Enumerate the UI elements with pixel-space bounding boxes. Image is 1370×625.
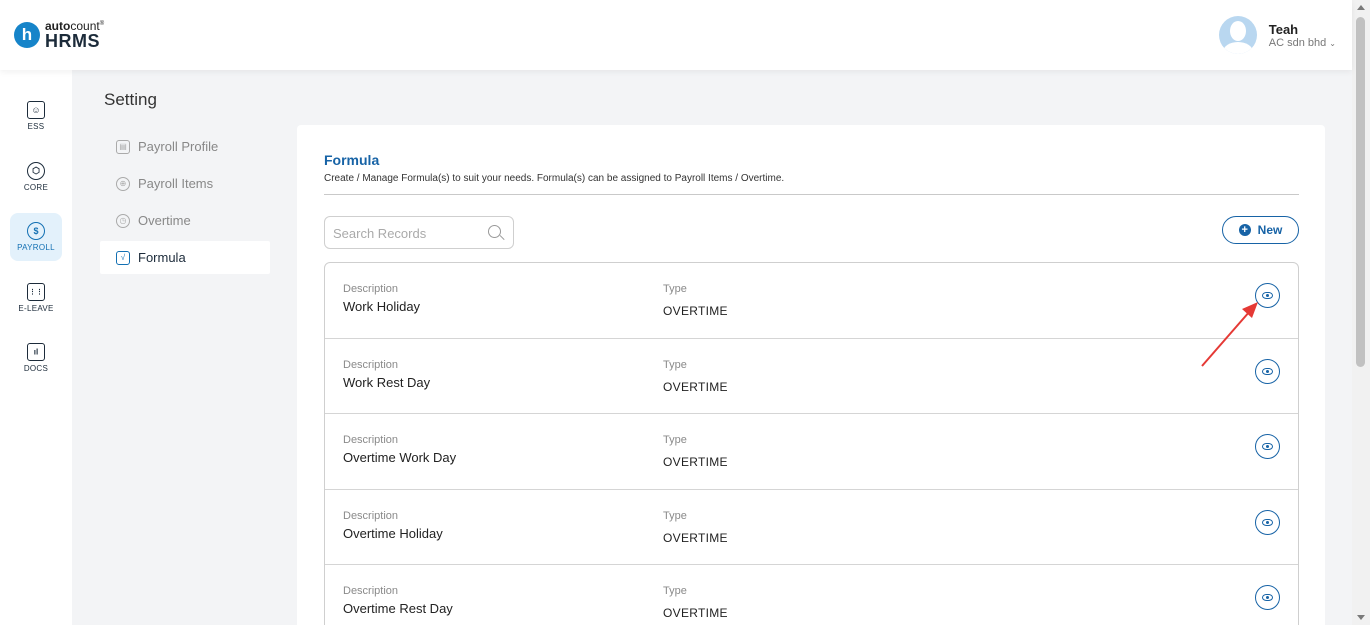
- eye-icon: [1262, 518, 1273, 526]
- type-value: OVERTIME: [663, 530, 728, 545]
- search-box[interactable]: [324, 216, 514, 249]
- calendar-icon: ⋮⋮: [27, 283, 45, 301]
- view-button[interactable]: [1255, 283, 1280, 308]
- formula-card: Formula Create / Manage Formula(s) to su…: [297, 125, 1325, 625]
- description-value: Overtime Work Day: [343, 450, 457, 465]
- rail-item-docs[interactable]: ıl DOCS: [10, 334, 62, 382]
- menu-item-overtime[interactable]: ◷ Overtime: [100, 204, 270, 237]
- menu-item-payroll-profile[interactable]: ▤ Payroll Profile: [100, 130, 270, 163]
- payroll-profile-icon: ▤: [116, 139, 130, 154]
- view-button[interactable]: [1255, 434, 1280, 459]
- description-value: Work Rest Day: [343, 374, 431, 390]
- ess-icon: ☺: [27, 101, 45, 119]
- scroll-up-icon[interactable]: [1357, 5, 1365, 10]
- formula-subtitle: Create / Manage Formula(s) to suit your …: [324, 173, 785, 184]
- type-value: OVERTIME: [663, 304, 728, 318]
- top-header: h autocount® HRMS Teah AC sdn bhd ⌄: [0, 0, 1352, 70]
- formula-title: Formula: [324, 152, 380, 168]
- overtime-icon: ◷: [116, 213, 130, 228]
- type-label: Type: [663, 434, 687, 446]
- payroll-icon: $: [27, 222, 45, 240]
- view-button[interactable]: [1255, 585, 1280, 610]
- menu-item-label: Payroll Profile: [138, 139, 219, 154]
- page-title: Setting: [104, 90, 157, 109]
- list-item: Description Overtime Rest Day Type OVERT…: [325, 565, 1298, 625]
- rail-label: ESS: [27, 122, 45, 131]
- list-item: Description Work Rest Day Type OVERTIME: [325, 339, 1298, 414]
- description-value: Work Holiday: [343, 299, 421, 314]
- eye-icon: [1262, 292, 1273, 299]
- type-value: OVERTIME: [663, 455, 728, 469]
- list-item: Description Overtime Work Day Type OVERT…: [325, 414, 1298, 490]
- autocount-hrms-logo[interactable]: h autocount® HRMS: [14, 20, 104, 50]
- eye-icon: [1262, 367, 1273, 375]
- avatar[interactable]: [1218, 16, 1257, 54]
- rail-label: PAYROLL: [17, 243, 55, 252]
- view-button[interactable]: [1255, 358, 1280, 384]
- chevron-down-icon: ⌄: [1329, 38, 1336, 48]
- list-item: Description Overtime Holiday Type OVERTI…: [325, 490, 1298, 565]
- rail-item-e-leave[interactable]: ⋮⋮ E-LEAVE: [10, 274, 62, 322]
- logo-badge-icon: h: [14, 22, 40, 48]
- menu-item-label: Formula: [138, 250, 186, 265]
- logo-main: HRMS: [45, 31, 100, 51]
- list-item: Description Work Holiday Type OVERTIME: [325, 263, 1298, 339]
- description-label: Description: [343, 283, 399, 295]
- scroll-down-icon[interactable]: [1357, 615, 1365, 620]
- search-icon[interactable]: [488, 225, 501, 238]
- eye-icon: [1262, 443, 1273, 450]
- rail-item-payroll[interactable]: $ PAYROLL: [10, 213, 62, 261]
- type-label: Type: [663, 358, 687, 371]
- payroll-items-icon: ⊕: [116, 176, 130, 191]
- type-label: Type: [663, 585, 687, 597]
- scrollbar-thumb[interactable]: [1356, 17, 1365, 367]
- rail-item-core[interactable]: ⬡ CORE: [10, 153, 62, 201]
- formula-icon: √: [116, 250, 130, 265]
- description-value: Overtime Rest Day: [343, 601, 453, 616]
- description-label: Description: [343, 434, 399, 446]
- description-value: Overtime Holiday: [343, 525, 443, 541]
- description-label: Description: [343, 358, 399, 371]
- type-value: OVERTIME: [663, 606, 728, 620]
- user-menu[interactable]: Teah AC sdn bhd ⌄: [1218, 16, 1336, 54]
- divider: [324, 194, 1299, 195]
- description-label: Description: [343, 585, 399, 597]
- core-icon: ⬡: [27, 162, 45, 180]
- description-label: Description: [343, 509, 399, 522]
- new-button-label: New: [1257, 223, 1283, 237]
- settings-menu: ▤ Payroll Profile ⊕ Payroll Items ◷ Over…: [100, 130, 270, 278]
- docs-icon: ıl: [27, 343, 45, 361]
- logo-text: autocount® HRMS: [45, 20, 104, 50]
- view-button[interactable]: [1255, 509, 1280, 535]
- rail-label: E-LEAVE: [18, 304, 54, 313]
- rail-label: CORE: [23, 183, 49, 192]
- user-name: Teah: [1268, 21, 1299, 37]
- rail-label: DOCS: [23, 364, 49, 373]
- rail-item-ess[interactable]: ☺ ESS: [10, 92, 62, 140]
- type-label: Type: [663, 509, 687, 522]
- user-org[interactable]: AC sdn bhd ⌄: [1269, 37, 1336, 49]
- eye-icon: [1262, 594, 1273, 601]
- formula-list: Description Work Holiday Type OVERTIME D…: [324, 262, 1299, 625]
- search-input[interactable]: [333, 224, 473, 242]
- menu-item-label: Payroll Items: [138, 176, 214, 191]
- user-info: Teah AC sdn bhd ⌄: [1269, 22, 1336, 49]
- type-label: Type: [663, 283, 687, 295]
- plus-circle-icon: +: [1238, 224, 1251, 236]
- module-rail: ☺ ESS ⬡ CORE $ PAYROLL ⋮⋮ E-LEAVE ıl DOC…: [0, 70, 72, 625]
- type-value: OVERTIME: [663, 379, 728, 394]
- new-formula-button[interactable]: + New: [1222, 216, 1299, 244]
- menu-item-payroll-items[interactable]: ⊕ Payroll Items: [100, 167, 270, 200]
- page-scrollbar[interactable]: [1352, 0, 1370, 625]
- menu-item-label: Overtime: [138, 213, 191, 228]
- menu-item-formula[interactable]: √ Formula: [100, 241, 270, 274]
